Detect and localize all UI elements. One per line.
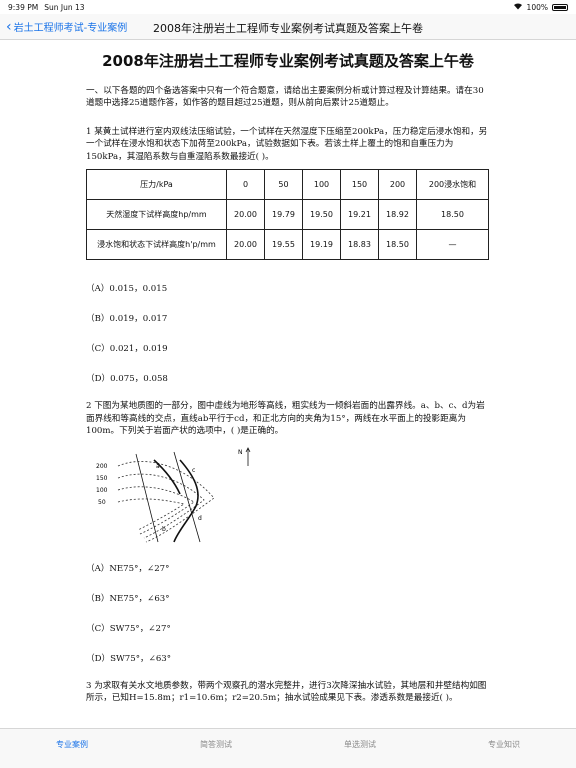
table-cell: 18.92 (378, 199, 417, 231)
table-cell: 19.21 (340, 199, 379, 231)
table-header-row: 压力/kPa 0 50 100 150 200 200浸水饱和 (86, 169, 489, 201)
point-label: c (192, 467, 195, 474)
table-cell: 19.19 (302, 229, 341, 261)
table-cell: 18.50 (416, 199, 489, 231)
point-label: b (162, 526, 166, 533)
tab-professional-cases[interactable]: 专业案例 (0, 729, 144, 768)
table-cell: 20.00 (226, 229, 265, 261)
point-label: a (156, 463, 160, 470)
geologic-map-figure: 200 150 100 50 a b c d N (96, 446, 256, 546)
battery-icon (552, 3, 568, 11)
option-a: （A）NE75°，∠27° (86, 563, 170, 574)
contour-label: 200 (96, 463, 108, 470)
tab-professional-knowledge[interactable]: 专业知识 (432, 729, 576, 768)
table-cell: 0 (226, 169, 265, 201)
table-cell: — (416, 229, 489, 261)
contour-label: 100 (96, 487, 108, 494)
navigation-bar: ‹ 岩土工程师考试-专业案例 2008年注册岩土工程师专业案例考试真题及答案上午… (0, 14, 576, 40)
tab-short-answer-test[interactable]: 简答测试 (144, 729, 288, 768)
wifi-icon (513, 2, 523, 12)
question-3-text: 3 为求取有关水文地质参数，带两个观察孔的潜水完整井，进行3次降深抽水试验，其地… (86, 680, 487, 704)
compression-test-table: 压力/kPa 0 50 100 150 200 200浸水饱和 天然湿度下试样高… (86, 169, 489, 261)
tab-bar: 专业案例 简答测试 单选测试 专业知识 (0, 728, 576, 768)
instructions-paragraph: 一、以下各题的四个备选答案中只有一个符合题意，请给出主要案例分析或计算过程及计算… (86, 86, 484, 109)
table-cell: 压力/kPa (86, 169, 227, 201)
option-c: （C）0.021，0.019 (86, 344, 168, 355)
document-content[interactable]: 2008年注册岩土工程师专业案例考试真题及答案上午卷 一、以下各题的四个备选答案… (0, 40, 576, 728)
option-c: （C）SW75°，∠27° (86, 623, 171, 634)
table-cell: 20.00 (226, 199, 265, 231)
table-cell: 200 (378, 169, 417, 201)
table-cell: 18.83 (340, 229, 379, 261)
page-title: 2008年注册岩土工程师专业案例考试真题及答案上午卷 (153, 22, 423, 35)
table-cell: 18.50 (378, 229, 417, 261)
tab-single-choice-test[interactable]: 单选测试 (288, 729, 432, 768)
table-row: 天然湿度下试样高度hp/mm 20.00 19.79 19.50 19.21 1… (86, 199, 489, 231)
table-cell: 200浸水饱和 (416, 169, 489, 201)
option-b: （B）0.019，0.017 (86, 314, 168, 325)
table-cell: 19.55 (264, 229, 303, 261)
contour-label: 50 (98, 499, 106, 506)
option-b: （B）NE75°，∠63° (86, 593, 170, 604)
option-a: （A）0.015，0.015 (86, 284, 168, 295)
battery-percent: 100% (526, 2, 548, 12)
table-cell: 150 (340, 169, 379, 201)
option-d: （D）0.075，0.058 (86, 374, 168, 385)
north-label: N (238, 449, 243, 456)
status-bar: 9:39 PM Sun Jun 13 100% (0, 0, 576, 14)
table-cell: 50 (264, 169, 303, 201)
status-date: Sun Jun 13 (44, 2, 85, 12)
table-cell: 100 (302, 169, 341, 201)
document-title: 2008年注册岩土工程师专业案例考试真题及答案上午卷 (102, 52, 474, 70)
table-row: 浸水饱和状态下试样高度h'p/mm 20.00 19.55 19.19 18.8… (86, 229, 489, 261)
table-cell: 浸水饱和状态下试样高度h'p/mm (86, 229, 227, 261)
question-2-text: 2 下图为某地质图的一部分，图中虚线为地形等高线，粗实线为一倾斜岩面的出露界线。… (86, 401, 485, 437)
table-cell: 19.50 (302, 199, 341, 231)
question-1-text: 1 某黄土试样进行室内双线法压缩试验，一个试样在天然湿度下压缩至200kPa，压… (86, 126, 488, 162)
option-d: （D）SW75°，∠63° (86, 653, 172, 664)
table-cell: 天然湿度下试样高度hp/mm (86, 199, 227, 231)
table-cell: 19.79 (264, 199, 303, 231)
contour-label: 150 (96, 475, 108, 482)
point-label: d (198, 515, 202, 522)
status-time: 9:39 PM (8, 2, 39, 12)
